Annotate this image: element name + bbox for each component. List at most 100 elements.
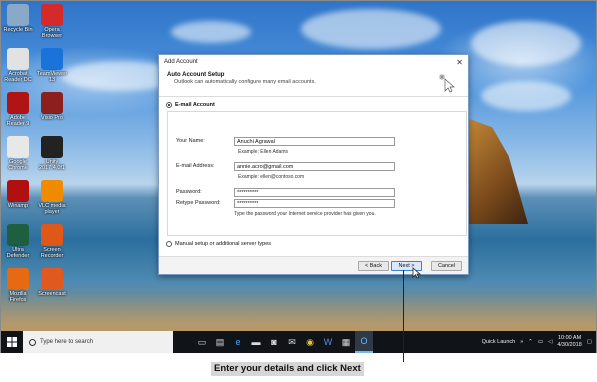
- chrome-icon: [7, 136, 29, 158]
- firefox-icon: [7, 268, 29, 290]
- callout-line: [403, 270, 404, 362]
- password-hint: Type the password your Internet service …: [234, 211, 376, 217]
- taskbar-search[interactable]: Type here to search: [23, 331, 173, 353]
- start-button[interactable]: [1, 331, 23, 353]
- desktop-shortcut-label: Winamp: [7, 203, 29, 209]
- clock-date: 4/30/2018: [557, 342, 582, 348]
- recycle-bin-icon: [7, 4, 29, 26]
- name-field[interactable]: Anuchi Agrawal: [234, 137, 395, 146]
- acrobat-icon: [7, 48, 29, 70]
- desktop-shortcut[interactable]: Opera Browser: [37, 4, 67, 39]
- desktop-shortcut-label: Acrobat Reader DC: [4, 71, 32, 83]
- chevron-icon[interactable]: »: [520, 339, 523, 345]
- manual-setup-radio[interactable]: [166, 241, 172, 247]
- desktop-shortcut[interactable]: Screencast: [37, 268, 67, 297]
- desktop-shortcut-label: Visio Pro: [41, 115, 63, 121]
- system-tray: Quick Launch » ⌃ ▭ ◁ 10:00 AM 4/30/2018 …: [482, 331, 592, 353]
- dialog-titlebar: Add Account ✕: [159, 55, 468, 69]
- email-account-option[interactable]: E-mail Account: [166, 102, 215, 108]
- folder-icon[interactable]: ▬: [247, 331, 265, 353]
- desktop-shortcut-label: Mozilla Firefox: [9, 291, 27, 303]
- close-icon[interactable]: ✕: [456, 58, 463, 67]
- desktop-shortcut-label: Ultra Defender: [6, 247, 30, 259]
- dialog-title: Add Account: [164, 59, 198, 65]
- desktop-shortcut[interactable]: VLC media player: [37, 180, 67, 215]
- desktop-shortcut[interactable]: Winamp: [3, 180, 33, 209]
- tray-up-icon[interactable]: ⌃: [528, 339, 533, 345]
- header-subtitle: Outlook can automatically configure many…: [174, 79, 316, 85]
- name-label: Your Name:: [176, 138, 205, 144]
- cancel-button[interactable]: Cancel: [431, 261, 462, 271]
- email-account-label: E-mail Account: [175, 102, 215, 108]
- dialog-footer: < Back Next > Cancel: [159, 256, 468, 274]
- desktop-shortcut[interactable]: Mozilla Firefox: [3, 268, 33, 303]
- retype-password-label: Retype Password:: [176, 200, 221, 206]
- desktop-shortcut-label: Google Chrome: [8, 159, 28, 171]
- desktop-shortcut[interactable]: Screen Recorder: [37, 224, 67, 259]
- email-account-group: Your Name: Anuchi Agrawal Example: Ellen…: [167, 111, 467, 236]
- desktop: Recycle Bin Opera Browser Acrobat Reader D…: [1, 1, 596, 353]
- dialog-header: Auto Account Setup Outlook can automatic…: [159, 69, 468, 97]
- desktop-shortcut-label: VLC media player: [38, 203, 66, 215]
- task-view-icon[interactable]: ▭: [193, 331, 211, 353]
- taskbar-apps: ▭ ▤ e ▬ ◙ ✉ ◉ W ▦ O: [193, 331, 373, 353]
- caption-text: Enter your details and click Next: [211, 362, 364, 376]
- email-account-radio[interactable]: [166, 102, 172, 108]
- desktop-shortcut[interactable]: Ultra Defender: [3, 224, 33, 259]
- desktop-shortcut-label: Screen Recorder: [40, 247, 64, 259]
- desktop-shortcut[interactable]: Adobe Reader 9: [3, 92, 33, 127]
- edge-icon[interactable]: e: [229, 331, 247, 353]
- outlook-icon[interactable]: O: [355, 331, 373, 353]
- desktop-shortcut[interactable]: Visio Pro: [37, 92, 67, 121]
- email-label: E-mail Address:: [176, 163, 215, 169]
- excel-icon[interactable]: ▦: [337, 331, 355, 353]
- chrome-icon[interactable]: ◉: [301, 331, 319, 353]
- file-explorer-icon[interactable]: ▤: [211, 331, 229, 353]
- dialog-body: E-mail Account Your Name: Anuchi Agrawal…: [160, 98, 467, 253]
- desktop-shortcut[interactable]: Google Chrome: [3, 136, 33, 171]
- mail-icon[interactable]: ✉: [283, 331, 301, 353]
- password-label: Password:: [176, 189, 202, 195]
- network-icon[interactable]: ▭: [538, 339, 543, 345]
- desktop-shortcut[interactable]: TeamViewer 13: [37, 48, 67, 83]
- vlc-icon: [41, 180, 63, 202]
- volume-icon[interactable]: ◁: [548, 339, 552, 345]
- desktop-shortcut-label: Unity 2017.4.0f1: [39, 159, 65, 171]
- opera-icon: [41, 4, 63, 26]
- clock[interactable]: 10:00 AM 4/30/2018: [557, 335, 581, 349]
- desktop-shortcut-label: Opera Browser: [41, 27, 63, 39]
- desktop-shortcut[interactable]: Unity 2017.4.0f1: [37, 136, 67, 171]
- desktop-shortcut[interactable]: Acrobat Reader DC: [3, 48, 33, 83]
- notifications-icon[interactable]: ▢: [587, 339, 592, 345]
- magic-wand-icon: [439, 74, 455, 93]
- desktop-shortcut[interactable]: Recycle Bin: [3, 4, 33, 33]
- cortana-icon: [29, 338, 36, 346]
- mouse-cursor-icon: [412, 267, 421, 279]
- ms-project-icon: [41, 92, 63, 114]
- search-placeholder: Type here to search: [40, 339, 94, 345]
- unity-icon: [41, 136, 63, 158]
- word-icon[interactable]: W: [319, 331, 337, 353]
- screencast-icon: [41, 268, 63, 290]
- name-example: Example: Ellen Adams: [238, 149, 289, 155]
- clock-time: 10:00 AM: [557, 335, 582, 341]
- manual-setup-option[interactable]: Manual setup or additional server types: [166, 241, 271, 247]
- desktop-shortcut-label: Screencast: [38, 291, 66, 297]
- email-field[interactable]: annie.acro@gmail.com: [234, 162, 395, 171]
- ultra-icon: [7, 224, 29, 246]
- store-icon[interactable]: ◙: [265, 331, 283, 353]
- teamviewer-icon: [41, 48, 63, 70]
- screen-recorder-icon: [41, 224, 63, 246]
- desktop-shortcut-label: Adobe Reader 9: [6, 115, 30, 127]
- header-title: Auto Account Setup: [167, 72, 225, 78]
- add-account-dialog: Add Account ✕ Auto Account Setup Outlook…: [158, 54, 469, 275]
- desktop-shortcut-label: TeamViewer 13: [37, 71, 68, 83]
- quick-launch-label[interactable]: Quick Launch: [482, 339, 516, 345]
- desktop-shortcut-label: Recycle Bin: [3, 27, 33, 33]
- retype-password-field[interactable]: **********: [234, 199, 395, 208]
- password-field[interactable]: **********: [234, 188, 395, 197]
- winamp-icon: [7, 180, 29, 202]
- manual-setup-label: Manual setup or additional server types: [175, 241, 271, 247]
- back-button[interactable]: < Back: [358, 261, 389, 271]
- email-example: Example: ellen@contoso.com: [238, 174, 305, 180]
